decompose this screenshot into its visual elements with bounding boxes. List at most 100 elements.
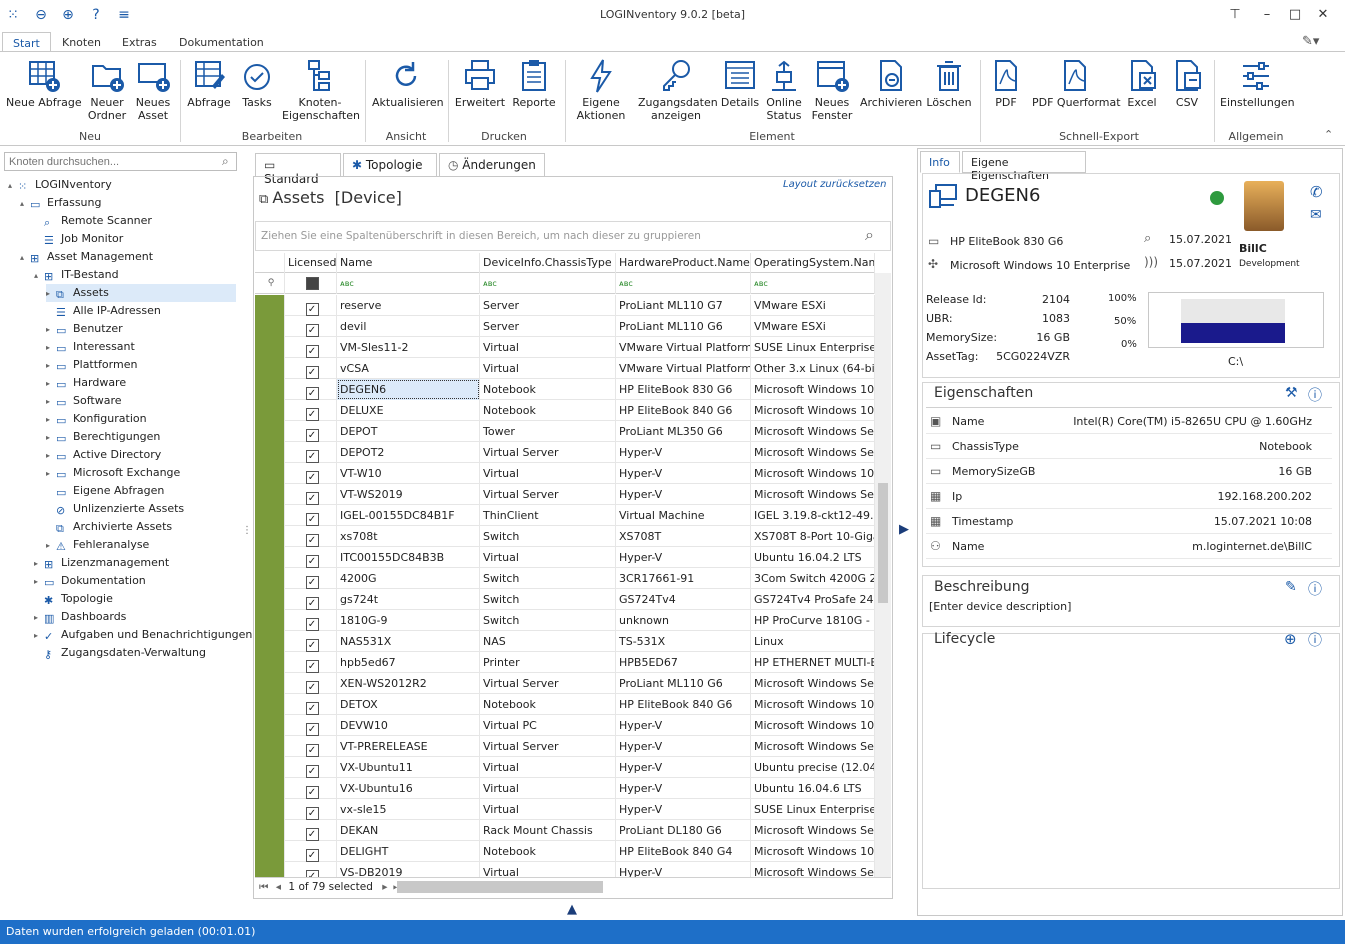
licensed-checkbox[interactable]: ✓ [305,828,319,841]
expand-toggle-icon[interactable]: ▸ [46,393,56,411]
os-cell[interactable]: Microsoft Windows 10 En [751,379,875,400]
tree-item-20[interactable]: ▸ ⚠ Fehleranalyse [46,536,149,554]
tree-item-1[interactable]: ▴ ▭ Erfassung [20,194,101,212]
name-cell[interactable]: DEGEN6 [337,379,480,400]
licensed-checkbox[interactable]: ✓ [305,492,319,505]
table-row[interactable]: ✓ devil Server ProLiant ML110 G6 VMware ESXi [255,316,875,337]
os-cell[interactable]: Microsoft Windows Serve [751,820,875,841]
column-header-operatingsystem[interactable]: OperatingSystem.Name [751,253,875,273]
licensed-cell[interactable]: ✓ [285,526,337,547]
name-cell[interactable]: ITC00155DC84B3B [337,547,480,568]
licensed-cell[interactable]: ✓ [285,547,337,568]
licensed-cell[interactable]: ✓ [285,295,337,316]
name-cell[interactable]: DELIGHT [337,841,480,862]
table-row[interactable]: ✓ VM-Sles11-2 Virtual VMware Virtual Platfo… [255,337,875,358]
online-status-button[interactable]: Online Status [764,58,804,122]
table-row[interactable]: ✓ DEPOT Tower ProLiant ML350 G6 Microsoft Wi… [255,421,875,442]
chassis-cell[interactable]: Server [480,316,616,337]
chassis-cell[interactable]: Virtual PC [480,715,616,736]
reset-layout-link[interactable]: Layout zurücksetzen [783,179,887,190]
os-cell[interactable]: HP ProCurve 1810G - 8 G [751,610,875,631]
licensed-checkbox[interactable]: ✓ [305,471,319,484]
tab-aenderungen[interactable]: ◷ Änderungen [439,153,545,177]
pin-icon[interactable]: ⊤ [1224,6,1246,24]
chassis-cell[interactable]: Switch [480,526,616,547]
refresh-button[interactable]: Aktualisieren [372,58,444,109]
chassis-cell[interactable]: Switch [480,568,616,589]
licensed-cell[interactable]: ✓ [285,610,337,631]
expand-toggle-icon[interactable]: ▸ [46,375,56,393]
licensed-checkbox[interactable]: ✓ [305,765,319,778]
table-row[interactable]: ✓ DELIGHT Notebook HP EliteBook 840 G4 Micro… [255,841,875,862]
tree-item-9[interactable]: ▸ ▭ Interessant [46,338,135,356]
table-row[interactable]: ✓ 4200G Switch 3CR17661-91 3Com Switch 4200G… [255,568,875,589]
vertical-scrollbar-thumb[interactable] [878,483,888,603]
tree-item-0[interactable]: ▴ ⁙ LOGINventory [8,176,112,194]
close-button[interactable]: ✕ [1312,6,1334,24]
hardware-cell[interactable]: VMware Virtual Platform [616,337,751,358]
collapse-ribbon-icon[interactable]: ⌃ [1324,128,1333,141]
tree-item-4[interactable]: ▴ ⊞ Asset Management [20,248,153,266]
os-cell[interactable]: Other 3.x Linux (64-bit) [751,358,875,379]
licensed-cell[interactable]: ✓ [285,841,337,862]
tab-knoten[interactable]: Knoten [52,32,111,52]
chassis-cell[interactable]: Virtual [480,778,616,799]
table-row[interactable]: ✓ DEGEN6 Notebook HP EliteBook 830 G6 Micros… [255,379,875,400]
tree-item-3[interactable]: ☰ Job Monitor [34,230,123,248]
table-row[interactable]: ✓ DEPOT2 Virtual Server Hyper-V Microsoft Wi… [255,442,875,463]
vertical-scrollbar[interactable] [875,273,891,877]
hardware-cell[interactable]: VMware Virtual Platform [616,358,751,379]
chassis-cell[interactable]: Switch [480,610,616,631]
horizontal-scrollbar-thumb[interactable] [397,881,603,893]
chassis-cell[interactable]: Virtual Server [480,736,616,757]
new-folder-button[interactable]: Neuer Ordner [84,58,130,122]
name-cell[interactable]: VM-Sles11-2 [337,337,480,358]
tree-item-22[interactable]: ▸ ▭ Dokumentation [34,572,146,590]
hardware-cell[interactable]: Hyper-V [616,484,751,505]
licensed-cell[interactable]: ✓ [285,694,337,715]
licensed-checkbox[interactable]: ✓ [305,639,319,652]
licensed-cell[interactable]: ✓ [285,337,337,358]
licensed-cell[interactable]: ✓ [285,442,337,463]
column-header-name[interactable]: Name [337,253,480,273]
expand-toggle-icon[interactable]: ▸ [34,609,44,627]
table-row[interactable]: ✓ VS-DB2019 Virtual Hyper-V Microsoft Window… [255,862,875,877]
expand-toggle-icon[interactable]: ▴ [20,195,30,213]
licensed-cell[interactable]: ✓ [285,652,337,673]
chassis-cell[interactable]: Notebook [480,379,616,400]
expand-bottom-icon[interactable]: ▲ [567,902,577,917]
phone-icon[interactable]: ✆ [1310,183,1323,201]
expand-toggle-icon[interactable]: ▴ [8,177,18,195]
chassis-cell[interactable]: Rack Mount Chassis [480,820,616,841]
os-cell[interactable]: 3Com Switch 4200G 24-P [751,568,875,589]
licensed-cell[interactable]: ✓ [285,421,337,442]
os-cell[interactable]: IGEL 3.19.8-ckt12-49.55- [751,505,875,526]
tree-item-6[interactable]: ▸ ⧉ Assets [46,284,236,302]
hardware-cell[interactable]: TS-531X [616,631,751,652]
next-page-icon[interactable]: ▸ [382,881,387,893]
licensed-checkbox[interactable]: ✓ [305,429,319,442]
expand-toggle-icon[interactable]: ▸ [46,429,56,447]
licensed-checkbox[interactable]: ✓ [305,555,319,568]
tab-extras[interactable]: Extras [112,32,167,52]
group-by-area[interactable]: Ziehen Sie eine Spaltenüberschrift in di… [255,221,891,251]
name-cell[interactable]: DELUXE [337,400,480,421]
licensed-cell[interactable]: ✓ [285,778,337,799]
settings-button[interactable]: Einstellungen [1220,58,1295,109]
hardware-cell[interactable]: HP EliteBook 840 G6 [616,694,751,715]
expand-toggle-icon[interactable]: ▴ [20,249,30,267]
os-cell[interactable]: Microsoft Windows 10 En [751,400,875,421]
os-cell[interactable]: VMware ESXi [751,316,875,337]
new-window-button[interactable]: Neues Fenster [810,58,854,122]
edit-icon[interactable]: ✎▾ [1302,34,1319,49]
expand-toggle-icon[interactable]: ▴ [34,267,44,285]
chassis-cell[interactable]: Printer [480,652,616,673]
licensed-cell[interactable]: ✓ [285,673,337,694]
name-cell[interactable]: gs724t [337,589,480,610]
licensed-cell[interactable]: ✓ [285,505,337,526]
chassis-cell[interactable]: ThinClient [480,505,616,526]
os-cell[interactable]: Microsoft Windows Serve [751,442,875,463]
licensed-cell[interactable]: ✓ [285,736,337,757]
tree-item-25[interactable]: ▸ ✓ Aufgaben und Benachrichtigungen [34,626,252,644]
filter-chassis-icon[interactable]: ᴀʙc [480,273,616,294]
